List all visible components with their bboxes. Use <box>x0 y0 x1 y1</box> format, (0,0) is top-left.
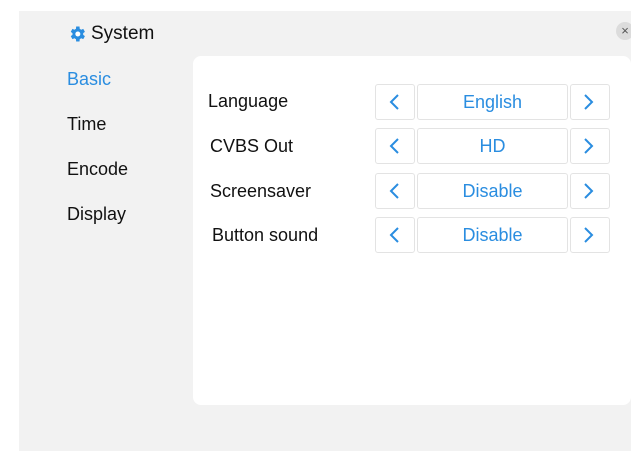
close-icon[interactable]: × <box>616 22 631 40</box>
button-sound-value: Disable <box>417 217 568 253</box>
nav-item-basic[interactable]: Basic <box>67 67 128 112</box>
chevron-right-icon <box>584 138 594 154</box>
setting-label-cvbs-out: CVBS Out <box>210 136 294 156</box>
chevron-left-icon <box>389 94 399 110</box>
button-sound-prev-button[interactable] <box>375 217 415 253</box>
chevron-left-icon <box>389 227 399 243</box>
nav-item-time[interactable]: Time <box>67 112 128 157</box>
cvbs-out-value: HD <box>417 128 568 164</box>
cvbs-out-next-button[interactable] <box>570 128 610 164</box>
nav-item-encode[interactable]: Encode <box>67 157 128 202</box>
setting-label-button-sound: Button sound <box>212 225 319 245</box>
window-title-text: System <box>91 23 155 44</box>
gear-icon <box>70 26 85 42</box>
system-window: System × Basic Time Encode Display Langu… <box>19 11 631 451</box>
button-sound-next-button[interactable] <box>570 217 610 253</box>
language-value: English <box>417 84 568 120</box>
chevron-right-icon <box>584 227 594 243</box>
screensaver-prev-button[interactable] <box>375 173 415 209</box>
chevron-left-icon <box>389 183 399 199</box>
sidebar-nav: Basic Time Encode Display <box>67 67 128 247</box>
setting-label-screensaver: Screensaver <box>210 181 312 201</box>
chevron-left-icon <box>389 138 399 154</box>
language-next-button[interactable] <box>570 84 610 120</box>
setting-label-language: Language <box>208 91 289 111</box>
window-title: System <box>67 21 154 47</box>
chevron-right-icon <box>584 183 594 199</box>
nav-item-display[interactable]: Display <box>67 202 128 247</box>
screensaver-value: Disable <box>417 173 568 209</box>
language-prev-button[interactable] <box>375 84 415 120</box>
settings-panel: Language English CVBS Out HD Screensaver… <box>193 56 631 405</box>
screensaver-next-button[interactable] <box>570 173 610 209</box>
chevron-right-icon <box>584 94 594 110</box>
cvbs-out-prev-button[interactable] <box>375 128 415 164</box>
